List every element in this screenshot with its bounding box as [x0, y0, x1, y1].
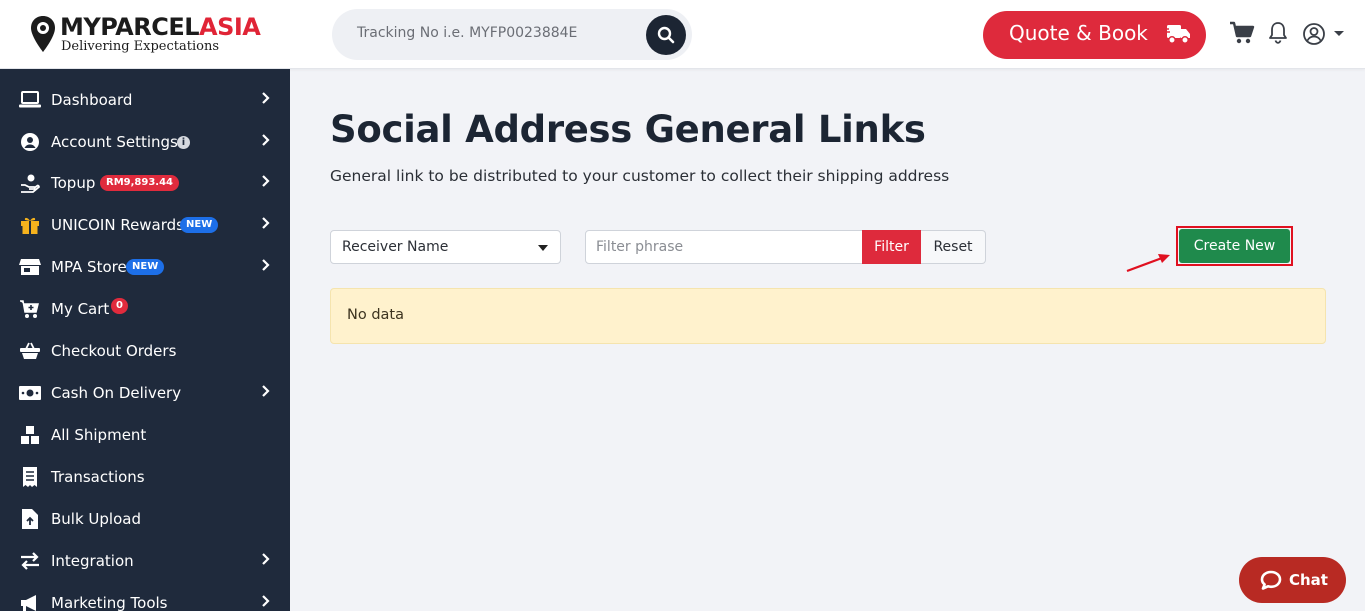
balance-badge: RM9,893.44: [100, 175, 179, 191]
megaphone-icon: [19, 592, 41, 611]
sidebar-item-my-cart[interactable]: My Cart 0: [0, 288, 290, 330]
empty-state-alert: No data: [330, 288, 1326, 344]
chevron-right-icon: [262, 595, 270, 607]
empty-state-message: No data: [347, 307, 404, 323]
cart-plus-icon: [19, 298, 41, 320]
quote-and-book-label: Quote & Book: [1009, 21, 1148, 45]
receipt-icon: [19, 466, 41, 488]
sidebar-nav: Dashboard Account Settings i Topup RM9,8…: [0, 69, 290, 611]
user-account-icon[interactable]: [1302, 22, 1326, 46]
caret-down-icon: [538, 245, 548, 251]
tracking-search-input[interactable]: Tracking No i.e. MYFP0023884E: [357, 25, 577, 41]
sidebar-item-topup[interactable]: Topup RM9,893.44: [0, 162, 290, 204]
reset-button[interactable]: Reset: [921, 230, 986, 264]
bell-icon[interactable]: [1268, 21, 1288, 45]
upload-file-icon: [19, 508, 41, 530]
chevron-right-icon: [262, 175, 270, 187]
sidebar-item-mpa-store[interactable]: MPA Store NEW: [0, 246, 290, 288]
location-pin-icon: [31, 16, 55, 52]
exchange-icon: [19, 550, 41, 572]
filter-button[interactable]: Filter: [862, 230, 921, 264]
top-header: MYPARCELASIA Delivering Expectations Tra…: [0, 0, 1365, 69]
money-icon: [19, 382, 41, 404]
sidebar-item-label: Bulk Upload: [51, 510, 141, 528]
store-icon: [19, 256, 41, 278]
sidebar-item-label: Checkout Orders: [51, 342, 177, 360]
sidebar-item-cash-on-delivery[interactable]: Cash On Delivery: [0, 372, 290, 414]
filter-phrase-input[interactable]: [585, 230, 863, 264]
brand-logo[interactable]: MYPARCELASIA Delivering Expectations: [30, 13, 275, 56]
annotation-arrow-icon: [1126, 254, 1170, 273]
laptop-icon: [19, 89, 41, 111]
chat-button[interactable]: Chat: [1239, 557, 1346, 603]
chevron-right-icon: [262, 92, 270, 104]
sidebar-item-label: MPA Store: [51, 258, 127, 276]
sidebar-item-label: Transactions: [51, 468, 145, 486]
sidebar-item-integration[interactable]: Integration: [0, 540, 290, 582]
sidebar-item-label: Account Settings: [51, 133, 178, 151]
chat-bubble-icon: [1260, 570, 1282, 590]
logo-wordmark: MYPARCELASIA: [60, 13, 261, 41]
sidebar-item-label: Cash On Delivery: [51, 384, 182, 402]
sidebar-item-label: All Shipment: [51, 426, 147, 444]
hand-coin-icon: [19, 172, 41, 194]
chevron-right-icon: [262, 553, 270, 565]
info-icon[interactable]: i: [177, 136, 190, 149]
cart-icon[interactable]: [1229, 21, 1255, 45]
sidebar-item-label: Topup: [51, 174, 96, 192]
new-badge: NEW: [180, 217, 219, 233]
create-new-button[interactable]: Create New: [1179, 229, 1290, 263]
filter-field-select[interactable]: Receiver Name: [330, 230, 561, 264]
boxes-icon: [19, 424, 41, 446]
new-badge: NEW: [126, 259, 165, 275]
chevron-right-icon: [262, 134, 270, 146]
tracking-search-bar[interactable]: Tracking No i.e. MYFP0023884E: [332, 9, 692, 60]
page-title: Social Address General Links: [330, 108, 926, 151]
sidebar-item-marketing-tools[interactable]: Marketing Tools: [0, 582, 290, 611]
chat-label: Chat: [1289, 571, 1328, 589]
sidebar-item-transactions[interactable]: Transactions: [0, 456, 290, 498]
search-button[interactable]: [646, 15, 686, 55]
chevron-right-icon: [262, 259, 270, 271]
sidebar-item-bulk-upload[interactable]: Bulk Upload: [0, 498, 290, 540]
chevron-down-icon[interactable]: [1333, 30, 1345, 38]
chevron-right-icon: [262, 217, 270, 229]
sidebar-item-dashboard[interactable]: Dashboard: [0, 79, 290, 121]
quote-and-book-button[interactable]: Quote & Book: [983, 11, 1206, 59]
search-icon: [657, 26, 675, 44]
basket-icon: [19, 340, 41, 362]
sidebar-item-all-shipment[interactable]: All Shipment: [0, 414, 290, 456]
page-subtitle: General link to be distributed to your c…: [330, 167, 950, 185]
sidebar-item-account-settings[interactable]: Account Settings i: [0, 121, 290, 163]
user-circle-icon: [19, 131, 41, 153]
sidebar-item-checkout-orders[interactable]: Checkout Orders: [0, 330, 290, 372]
filter-field-selected-value: Receiver Name: [342, 239, 449, 255]
sidebar-item-label: My Cart: [51, 300, 110, 318]
cart-count-badge: 0: [111, 298, 128, 314]
chevron-right-icon: [262, 385, 270, 397]
logo-tagline: Delivering Expectations: [61, 39, 220, 54]
sidebar-item-label: UNICOIN Rewards: [51, 216, 184, 234]
sidebar-item-unicoin-rewards[interactable]: UNICOIN Rewards NEW: [0, 204, 290, 246]
gift-icon: [19, 214, 41, 236]
fast-truck-icon: [1163, 25, 1190, 44]
sidebar-item-label: Integration: [51, 552, 134, 570]
sidebar-item-label: Marketing Tools: [51, 594, 168, 611]
sidebar-item-label: Dashboard: [51, 91, 133, 109]
